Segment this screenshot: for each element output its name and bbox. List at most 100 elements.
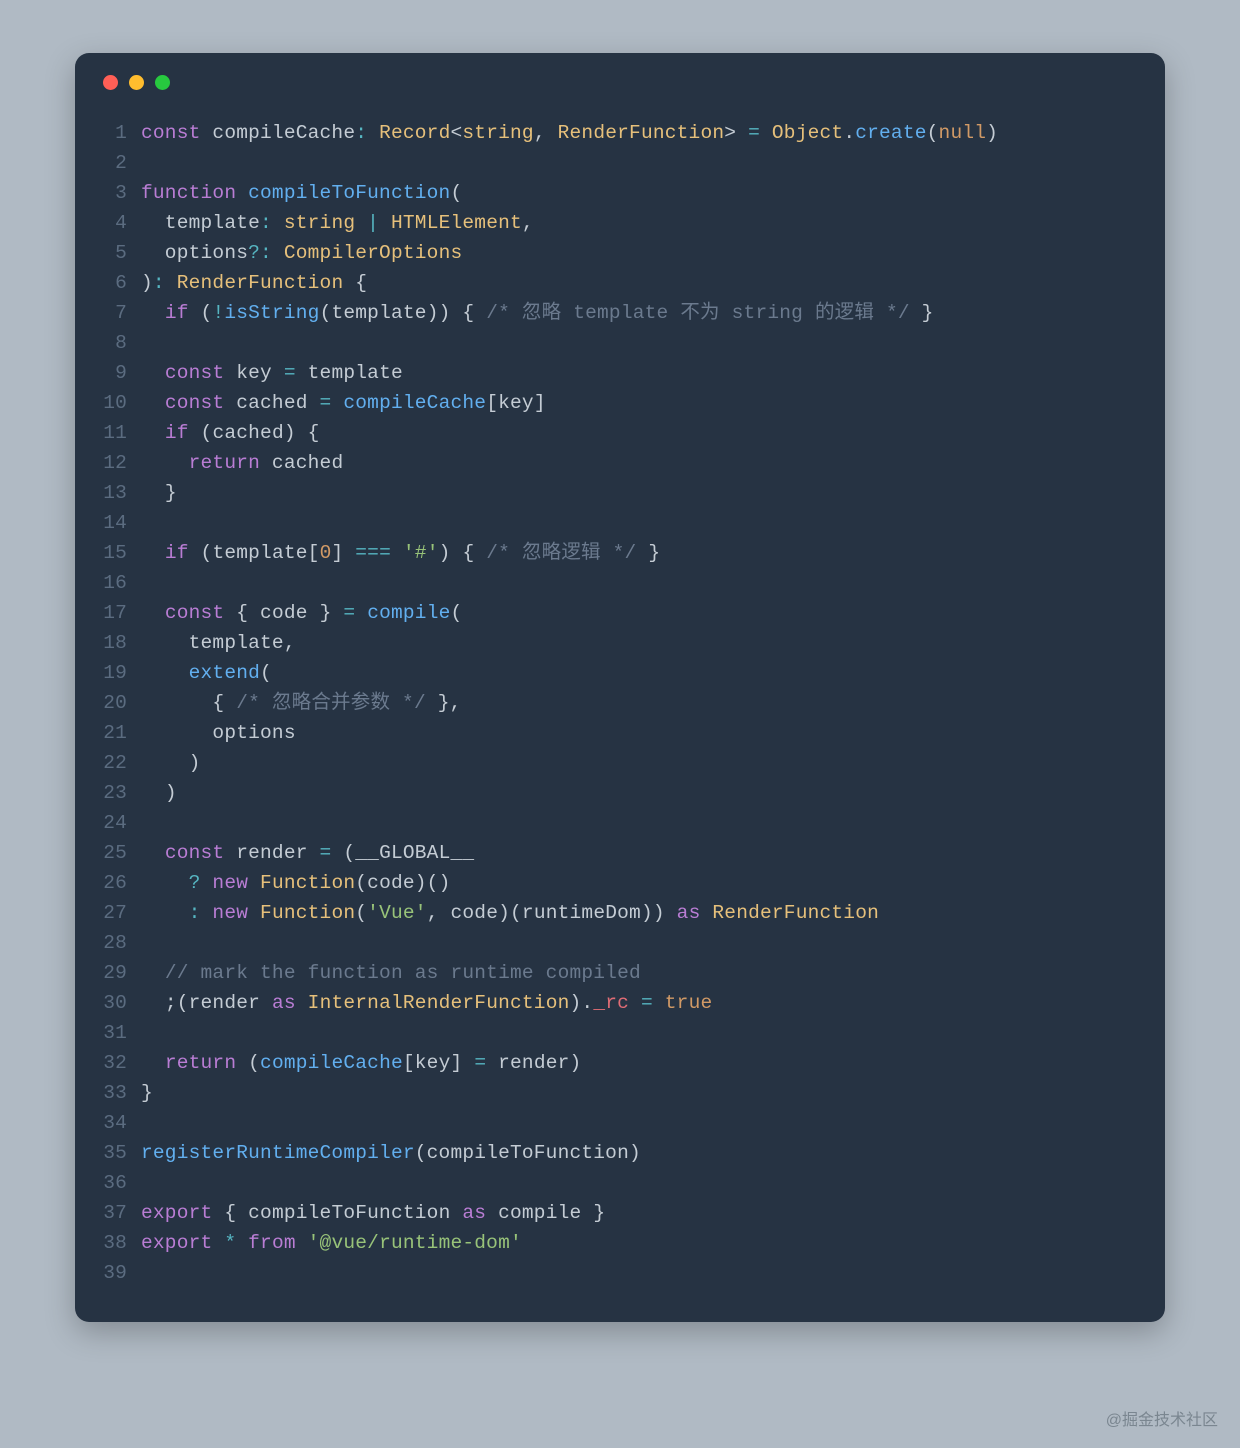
- line-content: return (compileCache[key] = render): [141, 1048, 1145, 1078]
- code-line: 22 ): [95, 748, 1145, 778]
- line-content: [141, 1108, 1145, 1138]
- line-number: 8: [95, 328, 141, 358]
- line-content: options: [141, 718, 1145, 748]
- code-line: 11 if (cached) {: [95, 418, 1145, 448]
- line-content: const compileCache: Record<string, Rende…: [141, 118, 1145, 148]
- line-number: 22: [95, 748, 141, 778]
- code-line: 5 options?: CompilerOptions: [95, 238, 1145, 268]
- code-line: 2: [95, 148, 1145, 178]
- line-content: const { code } = compile(: [141, 598, 1145, 628]
- code-line: 37export { compileToFunction as compile …: [95, 1198, 1145, 1228]
- line-content: export * from '@vue/runtime-dom': [141, 1228, 1145, 1258]
- line-number: 38: [95, 1228, 141, 1258]
- line-number: 20: [95, 688, 141, 718]
- code-line: 16: [95, 568, 1145, 598]
- line-content: [141, 508, 1145, 538]
- line-number: 16: [95, 568, 141, 598]
- code-line: 31: [95, 1018, 1145, 1048]
- line-number: 13: [95, 478, 141, 508]
- line-content: [141, 148, 1145, 178]
- line-content: const key = template: [141, 358, 1145, 388]
- line-content: : new Function('Vue', code)(runtimeDom))…: [141, 898, 1145, 928]
- line-content: template,: [141, 628, 1145, 658]
- code-line: 4 template: string | HTMLElement,: [95, 208, 1145, 238]
- code-line: 27 : new Function('Vue', code)(runtimeDo…: [95, 898, 1145, 928]
- line-number: 6: [95, 268, 141, 298]
- code-line: 9 const key = template: [95, 358, 1145, 388]
- line-content: ? new Function(code)(): [141, 868, 1145, 898]
- line-number: 37: [95, 1198, 141, 1228]
- line-number: 17: [95, 598, 141, 628]
- code-window: 1const compileCache: Record<string, Rend…: [75, 53, 1165, 1322]
- code-line: 12 return cached: [95, 448, 1145, 478]
- line-number: 19: [95, 658, 141, 688]
- code-line: 33}: [95, 1078, 1145, 1108]
- code-line: 1const compileCache: Record<string, Rend…: [95, 118, 1145, 148]
- code-line: 3function compileToFunction(: [95, 178, 1145, 208]
- code-line: 32 return (compileCache[key] = render): [95, 1048, 1145, 1078]
- line-number: 23: [95, 778, 141, 808]
- line-number: 39: [95, 1258, 141, 1288]
- code-line: 10 const cached = compileCache[key]: [95, 388, 1145, 418]
- line-content: [141, 1168, 1145, 1198]
- line-content: [141, 808, 1145, 838]
- code-line: 25 const render = (__GLOBAL__: [95, 838, 1145, 868]
- code-line: 7 if (!isString(template)) { /* 忽略 templ…: [95, 298, 1145, 328]
- line-number: 21: [95, 718, 141, 748]
- code-line: 29 // mark the function as runtime compi…: [95, 958, 1145, 988]
- line-content: export { compileToFunction as compile }: [141, 1198, 1145, 1228]
- line-content: ): [141, 778, 1145, 808]
- code-line: 20 { /* 忽略合并参数 */ },: [95, 688, 1145, 718]
- line-content: }: [141, 478, 1145, 508]
- code-line: 30 ;(render as InternalRenderFunction)._…: [95, 988, 1145, 1018]
- line-number: 33: [95, 1078, 141, 1108]
- code-line: 26 ? new Function(code)(): [95, 868, 1145, 898]
- line-number: 9: [95, 358, 141, 388]
- line-number: 3: [95, 178, 141, 208]
- line-content: ): [141, 748, 1145, 778]
- code-line: 18 template,: [95, 628, 1145, 658]
- code-line: 36: [95, 1168, 1145, 1198]
- line-content: ;(render as InternalRenderFunction)._rc …: [141, 988, 1145, 1018]
- minimize-icon[interactable]: [129, 75, 144, 90]
- code-line: 39: [95, 1258, 1145, 1288]
- line-number: 14: [95, 508, 141, 538]
- line-content: registerRuntimeCompiler(compileToFunctio…: [141, 1138, 1145, 1168]
- code-line: 13 }: [95, 478, 1145, 508]
- line-number: 15: [95, 538, 141, 568]
- line-content: { /* 忽略合并参数 */ },: [141, 688, 1145, 718]
- line-content: extend(: [141, 658, 1145, 688]
- line-content: }: [141, 1078, 1145, 1108]
- line-number: 36: [95, 1168, 141, 1198]
- line-number: 35: [95, 1138, 141, 1168]
- maximize-icon[interactable]: [155, 75, 170, 90]
- code-line: 15 if (template[0] === '#') { /* 忽略逻辑 */…: [95, 538, 1145, 568]
- code-line: 34: [95, 1108, 1145, 1138]
- line-content: [141, 1258, 1145, 1288]
- line-number: 5: [95, 238, 141, 268]
- line-number: 10: [95, 388, 141, 418]
- line-content: const render = (__GLOBAL__: [141, 838, 1145, 868]
- code-area: 1const compileCache: Record<string, Rend…: [75, 118, 1165, 1288]
- line-number: 27: [95, 898, 141, 928]
- code-line: 28: [95, 928, 1145, 958]
- code-line: 23 ): [95, 778, 1145, 808]
- code-line: 17 const { code } = compile(: [95, 598, 1145, 628]
- line-content: [141, 928, 1145, 958]
- line-content: const cached = compileCache[key]: [141, 388, 1145, 418]
- code-line: 38export * from '@vue/runtime-dom': [95, 1228, 1145, 1258]
- line-content: function compileToFunction(: [141, 178, 1145, 208]
- line-content: ): RenderFunction {: [141, 268, 1145, 298]
- line-number: 2: [95, 148, 141, 178]
- code-line: 19 extend(: [95, 658, 1145, 688]
- line-content: options?: CompilerOptions: [141, 238, 1145, 268]
- close-icon[interactable]: [103, 75, 118, 90]
- line-content: [141, 568, 1145, 598]
- watermark: @掘金技术社区: [1106, 1406, 1218, 1430]
- line-number: 32: [95, 1048, 141, 1078]
- line-content: return cached: [141, 448, 1145, 478]
- line-number: 29: [95, 958, 141, 988]
- code-line: 6): RenderFunction {: [95, 268, 1145, 298]
- line-content: [141, 328, 1145, 358]
- line-number: 25: [95, 838, 141, 868]
